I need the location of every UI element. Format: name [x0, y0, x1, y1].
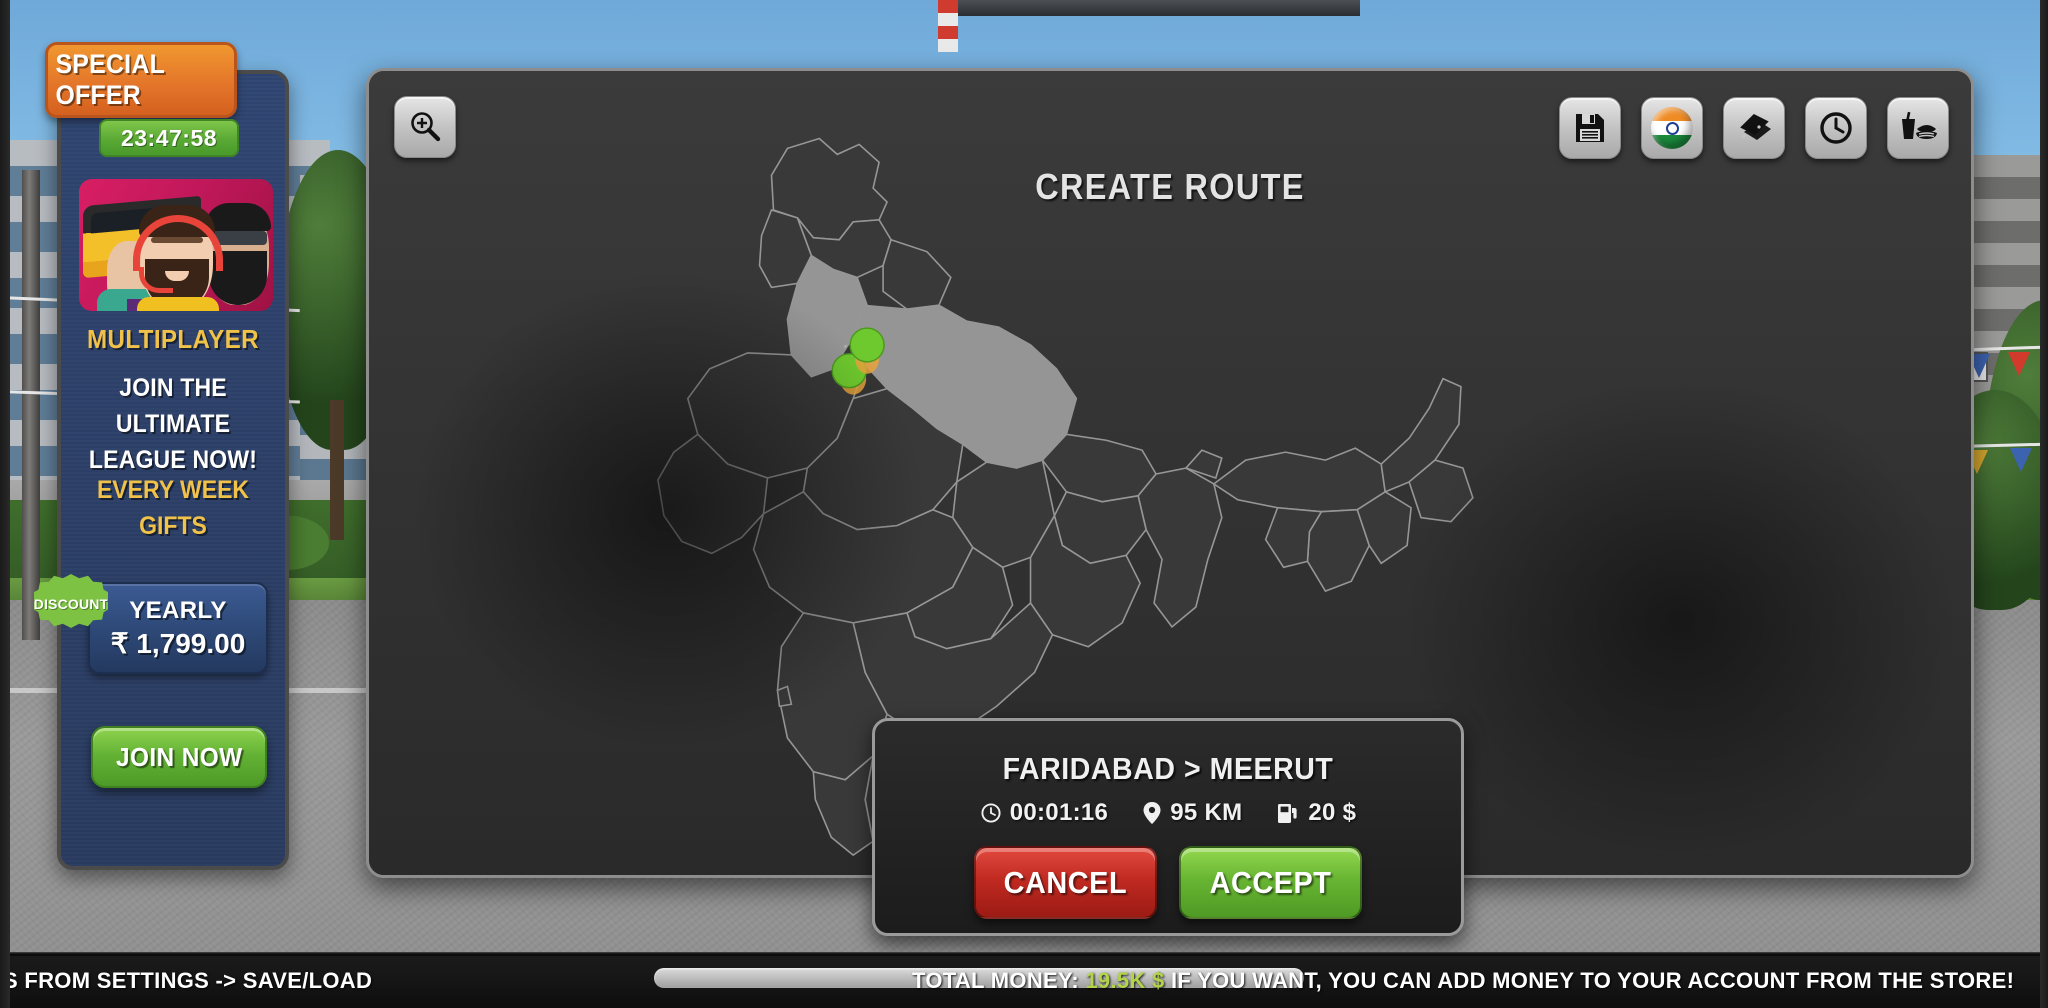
tickets-icon [1740, 113, 1771, 140]
route-stats: 00:01:16 95 KM 20 $ [875, 799, 1461, 827]
price-amount: ₹ 1,799.00 [110, 627, 246, 659]
route-name: FARIDABAD > MEERUT [1002, 751, 1334, 786]
yearly-price-button[interactable]: YEARLY ₹ 1,799.00 [88, 582, 268, 674]
avatar-center-body [137, 297, 219, 311]
food-button[interactable] [1887, 97, 1949, 159]
india-flag-icon [1651, 107, 1693, 149]
offer-countdown-timer: 23:47:58 [99, 119, 239, 157]
clock-icon [981, 803, 1001, 823]
special-offer-badge: SPECIAL OFFER [45, 42, 237, 118]
ashoka-chakra-icon [1665, 121, 1679, 135]
route-distance-value: 95 KM [1170, 799, 1243, 826]
accept-button[interactable]: ACCEPT [1179, 846, 1362, 919]
cancel-label: CANCEL [1003, 864, 1128, 900]
fuel-pump-icon [1278, 804, 1297, 823]
map-toolbar [1559, 97, 1949, 159]
screen-edge-left [0, 0, 10, 1008]
page-title: CREATE ROUTE [1035, 166, 1305, 207]
special-offer-label: SPECIAL OFFER [55, 49, 165, 110]
route-duration: 00:01:16 [980, 799, 1108, 827]
save-icon [1576, 114, 1604, 142]
avatar-right-hair [205, 203, 271, 231]
offer-timer-value: 23:47:58 [120, 124, 218, 151]
zoom-in-icon [411, 112, 441, 142]
bunting-flag [2008, 352, 2030, 376]
bottom-bar-separator [0, 953, 2048, 956]
route-confirm-dialog: FARIDABAD > MEERUT 00:01:16 95 KM 20 $ C… [872, 718, 1464, 936]
bottom-status-bar: SS FROM SETTINGS -> SAVE/LOAD TOTAL MONE… [0, 952, 2048, 1008]
tree-trunk [330, 400, 344, 540]
time-button[interactable] [1805, 97, 1867, 159]
money-prefix: TOTAL MONEY: [912, 968, 1086, 993]
route-dialog-actions: CANCEL ACCEPT [875, 846, 1461, 919]
ad-title: MULTIPLAYER [86, 324, 260, 354]
discount-label: DISCOUNT [33, 596, 109, 612]
bottom-hint-left: SS FROM SETTINGS -> SAVE/LOAD [0, 968, 373, 993]
bottom-money-ticker: TOTAL MONEY: 19.5K $ IF YOU WANT, YOU CA… [912, 968, 2014, 994]
zoom-in-button[interactable] [394, 96, 456, 158]
route-duration-value: 00:01:16 [1009, 799, 1109, 826]
total-money-value: 19.5K $ [1085, 968, 1165, 993]
special-offer-panel[interactable]: SPECIAL OFFER 23:47:58 MULTIPLAYER JOIN … [34, 42, 289, 870]
join-now-label: JOIN NOW [115, 741, 243, 772]
route-fuel-cost: 20 $ [1276, 799, 1356, 827]
cancel-button[interactable]: CANCEL [974, 846, 1157, 919]
tickets-button[interactable] [1723, 97, 1785, 159]
ad-gift-text: EVERY WEEK GIFTS [96, 476, 250, 540]
join-now-button[interactable]: JOIN NOW [91, 726, 267, 788]
overhead-beam [940, 0, 1360, 16]
price-period-label: YEARLY [129, 596, 227, 624]
route-fuel-value: 20 $ [1308, 799, 1357, 826]
map-pin-icon [1143, 802, 1161, 824]
country-flag-button[interactable] [1641, 97, 1703, 159]
store-tip-text: IF YOU WANT, YOU CAN ADD MONEY TO YOUR A… [1164, 968, 2015, 993]
screen-edge-right [2040, 0, 2048, 1008]
bunting-flag [2010, 448, 2032, 472]
accept-label: ACCEPT [1209, 864, 1332, 900]
clock-icon [1820, 112, 1852, 144]
lamp-post-icon [22, 170, 40, 640]
striped-pole [938, 0, 958, 52]
save-button[interactable] [1559, 97, 1621, 159]
game-screen: SPECIAL OFFER 23:47:58 MULTIPLAYER JOIN … [0, 0, 2048, 1008]
multiplayer-bus-avatars-icon [79, 179, 273, 311]
route-distance: 95 KM [1142, 799, 1242, 827]
food-drink-icon [1902, 111, 1937, 139]
ad-subtitle: JOIN THE ULTIMATE LEAGUE NOW! [88, 374, 258, 474]
